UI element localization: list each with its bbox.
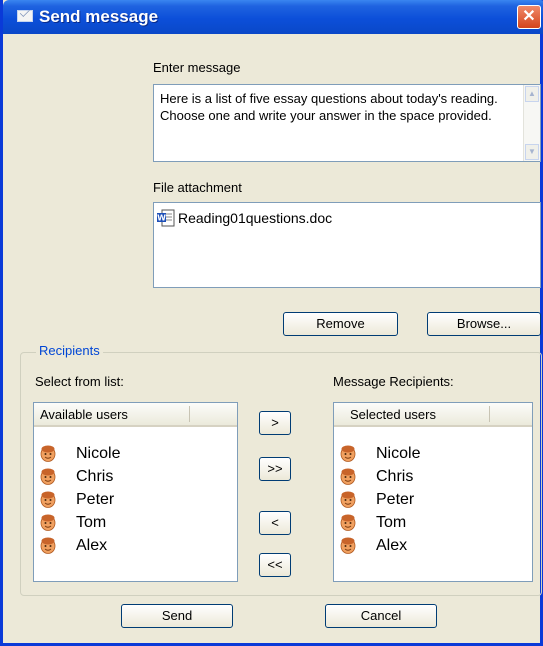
- file-attachment-label: File attachment: [153, 180, 242, 195]
- cancel-button[interactable]: Cancel: [325, 604, 437, 628]
- select-from-list-label: Select from list:: [35, 374, 124, 389]
- user-face-icon: [340, 537, 356, 554]
- selected-users-list[interactable]: Selected users Nicole Chris Peter Tom Al…: [333, 402, 533, 582]
- available-user-name: Alex: [76, 537, 108, 554]
- message-scrollbar[interactable]: ▲ ▼: [523, 85, 540, 161]
- column-divider: [189, 406, 190, 422]
- available-user-name: Tom: [76, 514, 107, 531]
- available-users-header[interactable]: Available users: [34, 403, 237, 427]
- message-recipients-label: Message Recipients:: [333, 374, 454, 389]
- svg-text:W: W: [157, 214, 166, 223]
- user-face-icon: [40, 468, 56, 485]
- selected-users-header[interactable]: Selected users: [334, 403, 532, 427]
- selected-user-name: Tom: [376, 514, 407, 531]
- selected-user-name: Chris: [376, 468, 414, 485]
- window-title: Send message: [39, 7, 159, 26]
- column-divider: [489, 406, 490, 422]
- available-users-list[interactable]: Available users Nicole Chris Peter Tom A…: [33, 402, 238, 582]
- title-bar[interactable]: Send message ✕: [3, 0, 543, 34]
- user-face-icon: [40, 537, 56, 554]
- user-face-icon: [40, 514, 56, 531]
- available-user-name: Nicole: [76, 445, 121, 462]
- remove-all-button[interactable]: <<: [259, 553, 291, 577]
- available-user-name: Peter: [76, 491, 115, 508]
- remove-button[interactable]: Remove: [283, 312, 398, 336]
- close-button[interactable]: ✕: [517, 5, 541, 29]
- user-face-icon: [340, 514, 356, 531]
- selected-user-name: Nicole: [376, 445, 421, 462]
- message-text: Here is a list of five essay questions a…: [160, 91, 498, 123]
- remove-selected-button[interactable]: <: [259, 511, 291, 535]
- enter-message-label: Enter message: [153, 60, 241, 75]
- user-face-icon: [340, 445, 356, 462]
- user-face-icon: [40, 445, 56, 462]
- attachment-file-name[interactable]: Reading01questions.doc: [178, 210, 332, 226]
- message-textarea[interactable]: Here is a list of five essay questions a…: [153, 84, 541, 162]
- recipients-group-label: Recipients: [36, 343, 103, 358]
- send-button[interactable]: Send: [121, 604, 233, 628]
- selected-user-name: Peter: [376, 491, 415, 508]
- available-users-header-label: Available users: [40, 407, 128, 422]
- envelope-icon: [17, 10, 33, 22]
- selected-users-header-label: Selected users: [350, 407, 436, 422]
- scroll-down-icon[interactable]: ▼: [525, 144, 539, 160]
- user-face-icon: [340, 491, 356, 508]
- browse-button[interactable]: Browse...: [427, 312, 541, 336]
- scroll-up-icon[interactable]: ▲: [525, 86, 539, 102]
- send-message-window: Send message ✕ Enter message Here is a l…: [0, 0, 543, 646]
- user-face-icon: [40, 491, 56, 508]
- add-selected-button[interactable]: >: [259, 411, 291, 435]
- word-doc-icon: W: [157, 209, 175, 227]
- add-all-button[interactable]: >>: [259, 457, 291, 481]
- attachment-list[interactable]: W Reading01questions.doc: [153, 202, 541, 288]
- available-user-name: Chris: [76, 468, 114, 485]
- selected-user-name: Alex: [376, 537, 408, 554]
- user-face-icon: [340, 468, 356, 485]
